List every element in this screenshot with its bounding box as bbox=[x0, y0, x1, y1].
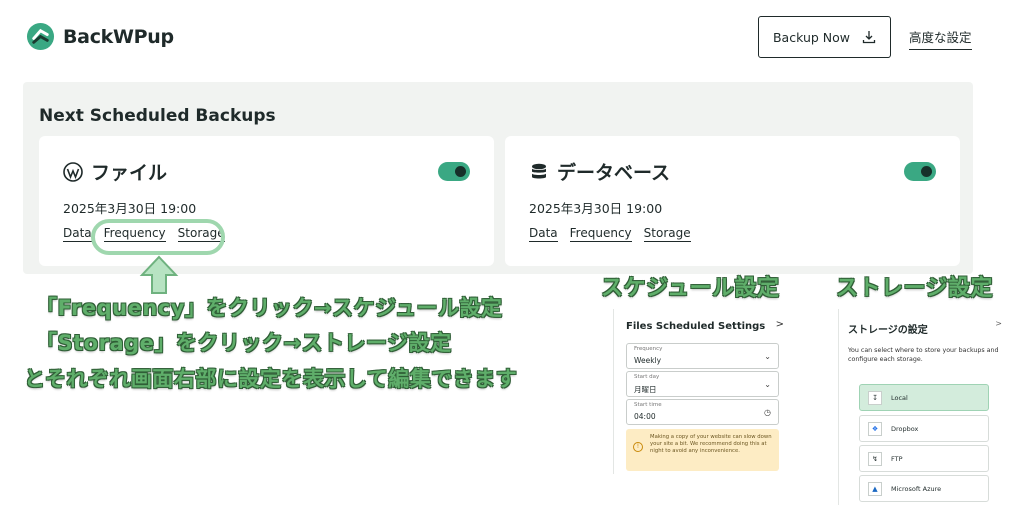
highlight-frame bbox=[91, 219, 225, 255]
next-backup-date: 2025年3月30日 19:00 bbox=[529, 201, 663, 216]
warning-icon: ! bbox=[633, 442, 643, 452]
clock-icon: ◷ bbox=[764, 408, 771, 417]
field-value: Weekly bbox=[634, 356, 662, 365]
chevron-down-icon: ⌄ bbox=[764, 352, 771, 361]
storage-option-label: Microsoft Azure bbox=[891, 484, 942, 493]
ftp-icon: ↯ bbox=[868, 451, 882, 466]
schedule-settings-heading: スケジュール設定 bbox=[601, 276, 780, 301]
card-title: データベース bbox=[557, 162, 671, 184]
database-backup-toggle[interactable] bbox=[904, 162, 936, 181]
advanced-settings-link[interactable]: 高度な設定 bbox=[909, 27, 972, 50]
up-arrow-icon bbox=[139, 255, 179, 294]
backup-now-label: Backup Now bbox=[772, 29, 850, 45]
storage-option-label: Dropbox bbox=[891, 424, 919, 433]
field-label: Start time bbox=[634, 402, 662, 408]
section-title: Next Scheduled Backups bbox=[39, 106, 276, 126]
files-backup-toggle[interactable] bbox=[438, 162, 470, 181]
app-name: BackWPup bbox=[63, 25, 174, 48]
storage-option-ftp[interactable]: ↯ FTP bbox=[859, 445, 989, 472]
card-title: ファイル bbox=[91, 162, 168, 184]
storage-option-label: Local bbox=[891, 393, 908, 402]
azure-icon: ▲ bbox=[868, 481, 882, 496]
backup-now-button[interactable]: Backup Now bbox=[758, 16, 891, 58]
schedule-settings-panel: Files Scheduled Settings > Frequency Wee… bbox=[613, 309, 790, 474]
warning-notice: ! Making a copy of your website can slow… bbox=[626, 429, 779, 471]
storage-settings-heading: ストレージ設定 bbox=[836, 276, 994, 301]
backwpup-logo-icon bbox=[26, 22, 55, 51]
field-value: 04:00 bbox=[634, 412, 656, 421]
panel-description: You can select where to store your backu… bbox=[848, 347, 999, 364]
storage-link[interactable]: Storage bbox=[643, 226, 691, 242]
database-icon bbox=[532, 163, 546, 178]
dropbox-icon: ❖ bbox=[868, 421, 882, 436]
panel-title: Files Scheduled Settings bbox=[626, 321, 766, 332]
annotation-line-2: 「Storage」をクリック→ストレージ設定 bbox=[36, 331, 452, 355]
panel-title: ストレージの設定 bbox=[848, 325, 928, 336]
download-icon bbox=[862, 31, 876, 44]
storage-option-label: FTP bbox=[891, 454, 903, 463]
field-value: 月曜日 bbox=[634, 385, 657, 394]
storage-settings-panel: ストレージの設定 > You can select where to store… bbox=[838, 309, 1006, 505]
close-panel-button[interactable]: > bbox=[995, 319, 1002, 328]
storage-option-dropbox[interactable]: ❖ Dropbox bbox=[859, 415, 989, 442]
data-link[interactable]: Data bbox=[529, 226, 558, 242]
chevron-down-icon: ⌄ bbox=[764, 380, 771, 389]
database-backup-card: データベース 2025年3月30日 19:00 Data Frequency S… bbox=[505, 136, 960, 266]
field-label: Start day bbox=[634, 374, 660, 380]
storage-option-local[interactable]: ↧ Local bbox=[859, 384, 989, 411]
start-day-select[interactable]: Start day 月曜日 ⌄ bbox=[626, 371, 779, 397]
wordpress-icon bbox=[63, 161, 83, 182]
warning-text: Making a copy of your website can slow d… bbox=[650, 434, 772, 455]
field-label: Frequency bbox=[634, 346, 663, 352]
download-tray-icon: ↧ bbox=[868, 390, 882, 405]
data-link[interactable]: Data bbox=[63, 226, 92, 242]
annotation-line-1: 「Frequency」をクリック→スケジュール設定 bbox=[36, 296, 503, 320]
frequency-select[interactable]: Frequency Weekly ⌄ bbox=[626, 343, 779, 369]
next-backup-date: 2025年3月30日 19:00 bbox=[63, 201, 197, 216]
storage-option-azure[interactable]: ▲ Microsoft Azure bbox=[859, 475, 989, 502]
start-time-input[interactable]: Start time 04:00 ◷ bbox=[626, 399, 779, 425]
close-panel-button[interactable]: > bbox=[776, 319, 784, 330]
frequency-link[interactable]: Frequency bbox=[569, 226, 632, 242]
app-logo[interactable]: BackWPup bbox=[26, 22, 174, 51]
annotation-line-3: とそれぞれ画面右部に設定を表示して編集できます bbox=[24, 367, 518, 391]
